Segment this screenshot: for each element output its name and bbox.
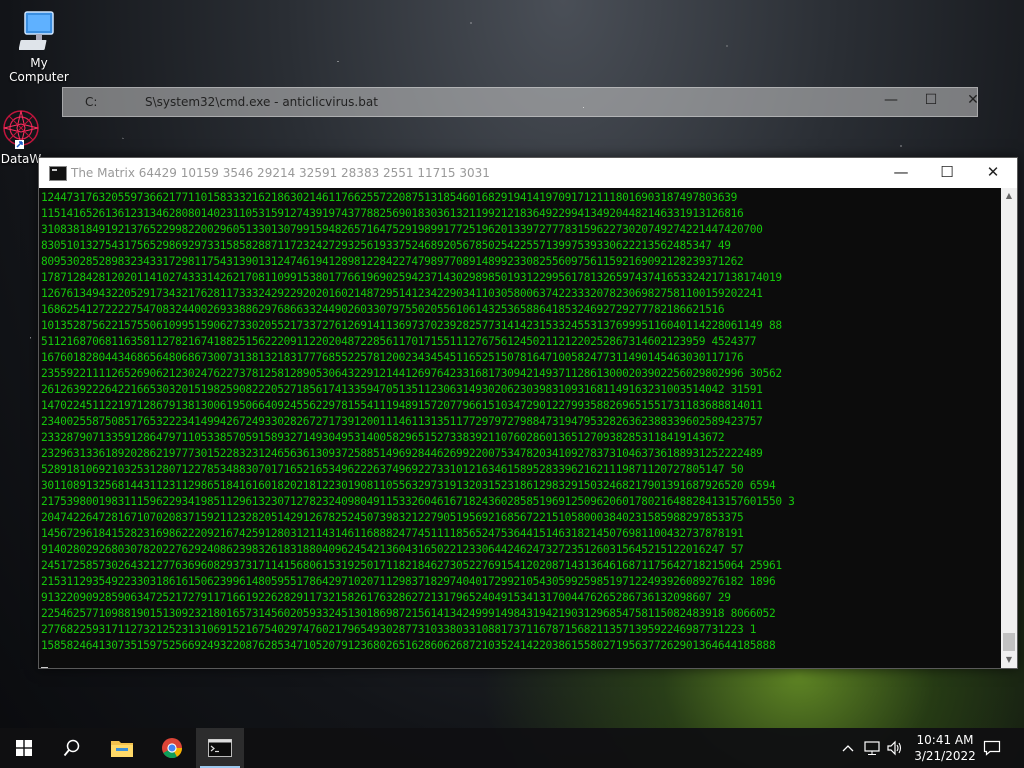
console-output[interactable]: 1244731763205597366217711015833321621863… [39,188,1001,668]
console-line: 2329631336189202862197773015228323124656… [41,447,763,460]
background-maximize-button[interactable]: ☐ [921,92,941,108]
console-line: 5112168706811635811278216741882515622209… [41,335,757,348]
matrix-cmd-window[interactable]: The Matrix 64429 10159 3546 29214 32591 … [38,157,1018,669]
clock-time: 10:41 AM [916,733,974,747]
chevron-up-icon [842,745,854,752]
window-title: The Matrix 64429 10159 3546 29214 32591 … [71,166,490,180]
background-cmd-title-prefix: C: [85,95,98,109]
console-line: 1456729618415282316986222092167425912803… [41,527,744,540]
maximize-button[interactable]: ☐ [924,158,970,188]
console-line: 2612639222642216653032015198259082220527… [41,383,763,396]
show-hidden-icons-button[interactable] [838,728,858,768]
chrome-button[interactable] [148,728,196,768]
console-line: 3108381849192137652299822002960513301307… [41,223,763,236]
console-line: 3011089132568144311231129865184161601820… [41,479,776,492]
scrollbar-thumb[interactable] [1003,633,1015,651]
console-line: 8305101327543175652986929733158582887117… [41,239,731,252]
search-button[interactable] [48,728,96,768]
window-titlebar[interactable]: The Matrix 64429 10159 3546 29214 32591 … [39,158,1017,188]
background-minimize-button[interactable]: — [881,92,901,108]
console-line: 1787128428120201141027433314262170811099… [41,271,782,284]
console-line: 2451725857302643212776369608293731711415… [41,559,782,572]
search-icon [63,739,80,757]
minimize-button[interactable]: — [878,158,924,188]
scroll-up-arrow-icon[interactable]: ▲ [1001,188,1017,204]
desktop-icon-label: My Computer [9,56,69,84]
console-line: 2047422647281671070208371592112328205142… [41,511,744,524]
datawheel-icon [1,106,41,150]
console-line: 2175398001983111596229341985112961323071… [41,495,795,508]
console-line: 1151416526136123134628080140231105315912… [41,207,744,220]
console-line: 1686254127222275470832440026933886297686… [41,303,725,316]
volume-icon[interactable] [884,728,906,768]
console-line: 1676018280443468656480686730073138132183… [41,351,744,364]
action-center-button[interactable] [978,728,1006,768]
console-line: 1267613494322052917343217628117333242922… [41,287,763,300]
console-line: 2776822593171127321252313106915216754029… [41,623,757,636]
background-close-button[interactable]: ✕ [963,92,983,108]
windows-logo-icon [16,740,32,756]
start-button[interactable] [0,728,48,768]
notification-icon [983,740,1001,756]
system-clock[interactable]: 10:41 AM 3/21/2022 [910,732,980,764]
console-line: 2332879071335912864797110533857059158932… [41,431,725,444]
console-line: 2355922111126526906212302476227378125812… [41,367,782,380]
vertical-scrollbar[interactable]: ▲ ▼ [1001,188,1017,668]
cmd-button[interactable] [196,728,244,768]
file-explorer-button[interactable] [98,728,146,768]
console-line: 1585824641307351597525669249322087628534… [41,639,776,652]
chrome-icon [162,738,183,759]
network-icon[interactable] [860,728,884,768]
desktop-icon-my-computer[interactable]: My Computer [2,10,76,84]
close-button[interactable]: ✕ [970,158,1016,188]
console-line: 8095302852898323433172981175431390131247… [41,255,744,268]
console-line: 2340025587508517653222341499426724933028… [41,415,763,428]
console-line: 2153112935492233031861615062399614805955… [41,575,776,588]
folder-icon [111,741,133,757]
console-line: 5289181069210325312807122785348830701716… [41,463,744,476]
taskbar: 10:41 AM 3/21/2022 [0,728,1024,768]
background-cmd-window[interactable]: C: S\system32\cmd.exe - anticlicvirus.ba… [62,87,979,117]
console-line: 9132209092859063472521727911716619226282… [41,591,731,604]
desktop-icon-label: DataW [0,152,42,166]
clock-date: 3/21/2022 [914,749,976,763]
console-line: 1244731763205597366217711015833321621863… [41,191,738,204]
console-line: 9140280292680307820227629240862398326183… [41,543,744,556]
monitor-icon [18,10,59,54]
scroll-down-arrow-icon[interactable]: ▼ [1001,652,1017,668]
console-line: 1013528756221575506109951590627330205521… [41,319,782,332]
console-line: 2254625771098819015130923218016573145602… [41,607,776,620]
console-line: 1470224511221971286791381300619506640924… [41,399,763,412]
terminal-icon [49,166,67,181]
background-cmd-title: S\system32\cmd.exe - anticlicvirus.bat [145,95,378,109]
terminal-icon [208,739,232,757]
console-cursor [41,654,1001,668]
